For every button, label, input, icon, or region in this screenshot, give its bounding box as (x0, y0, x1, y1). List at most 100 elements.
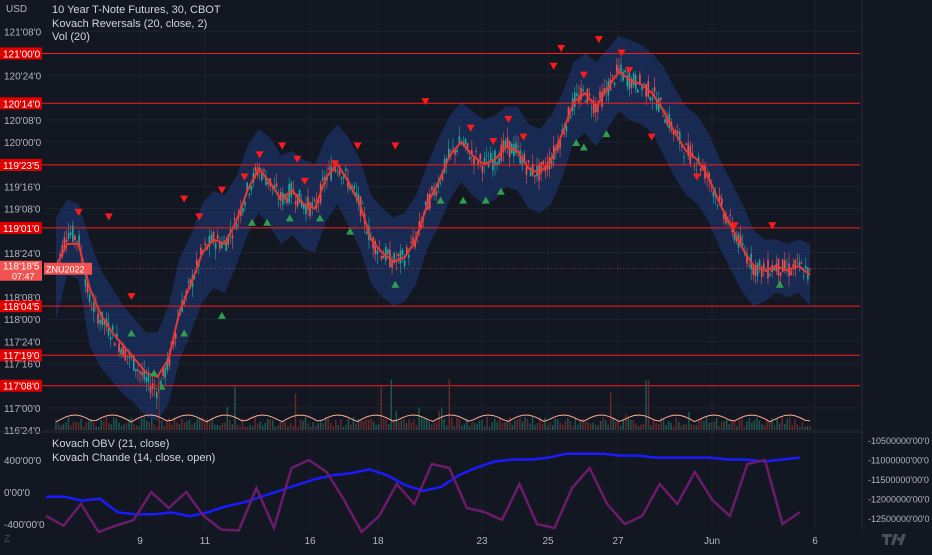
candle-body (699, 168, 702, 172)
volume-bar (282, 422, 284, 430)
volume-bar (453, 425, 456, 430)
candle-body (231, 235, 234, 239)
candle-body (466, 143, 469, 148)
volume-bar (362, 420, 365, 430)
indicator-legend-kovach-obv[interactable]: Kovach OBV (21, close) (52, 438, 169, 450)
volume-bar (209, 422, 211, 430)
volume-bar (277, 425, 279, 430)
volume-bar (741, 418, 743, 430)
indicator-legend-kovach-reversals[interactable]: Kovach Reversals (20, close, 2) (52, 18, 207, 30)
volume-bar (678, 421, 680, 430)
volume-bar (214, 424, 216, 430)
volume-bar (319, 420, 322, 430)
volume-bar (451, 417, 453, 430)
volume-bar (259, 421, 261, 430)
volume-bar (264, 423, 266, 430)
volume-bar (335, 419, 337, 430)
candle-body (613, 82, 616, 85)
volume-bar (506, 421, 508, 430)
volume-bar (511, 425, 514, 430)
candle-body (340, 177, 343, 180)
volume-bar (163, 426, 166, 430)
volume-bar (390, 379, 392, 430)
candle-body (147, 373, 150, 383)
volume-bar (267, 418, 269, 430)
volume-bar (138, 426, 140, 430)
volume-bar (599, 421, 602, 430)
volume-bar (360, 419, 362, 430)
candle-body (164, 368, 167, 378)
volume-bar (173, 418, 176, 430)
candle-body (758, 260, 761, 267)
volume-bar (685, 423, 688, 430)
volume-bar (67, 417, 70, 430)
volume-bar (178, 424, 181, 430)
volume-bar (133, 424, 135, 430)
volume-bar (693, 425, 695, 430)
volume-bar (340, 419, 342, 430)
candle-body (479, 154, 482, 160)
left-axis-tick-label: -400'00'0 (4, 520, 45, 531)
symbol-tag: ZNU2022 (46, 265, 85, 275)
volume-bar (57, 423, 60, 430)
candle-body (345, 168, 347, 171)
candle-body (720, 198, 723, 205)
price-axis-tick-label: 120'08'0 (4, 116, 42, 127)
volume-bar (60, 425, 62, 430)
candle-body (328, 167, 330, 170)
indicator-legend-kovach-chande[interactable]: Kovach Chande (14, close, open) (52, 452, 215, 464)
candle-body (118, 343, 120, 352)
volume-bar (327, 418, 329, 430)
candle-body (84, 279, 87, 287)
volume-bar (493, 418, 496, 430)
volume-bar (398, 421, 400, 430)
volume-bar (708, 422, 710, 430)
volume-bar (705, 417, 708, 430)
candle-body (67, 232, 70, 240)
volume-bar (713, 422, 715, 430)
candle-body (216, 235, 219, 239)
volume-bar (652, 418, 655, 430)
indicator-legend-volume[interactable]: Vol (20) (52, 31, 90, 43)
volume-bar (602, 417, 604, 430)
volume-bar (274, 426, 276, 430)
candle-body (802, 276, 805, 278)
volume-bar (478, 420, 481, 430)
volume-bar (153, 424, 155, 430)
candle-body (475, 150, 477, 152)
chart-stage[interactable]: 121'00'0 120'14'0 119'23'5 119'01'0 118'04'5… (0, 0, 932, 550)
volume-bar (534, 425, 536, 430)
price-axis-tick-label: 117'24'0 (4, 337, 41, 348)
volume-bar (231, 424, 234, 430)
candle-body (599, 91, 601, 99)
right-axis-tick-label: -12500000'00'0 (868, 514, 930, 524)
candle-body (204, 243, 206, 245)
volume-bar (120, 425, 123, 430)
volume-bar (330, 422, 332, 430)
candle-body (387, 249, 389, 255)
volume-bar (140, 418, 143, 430)
volume-bar (299, 419, 302, 430)
candle-body (624, 70, 626, 73)
volume-bar (365, 419, 367, 430)
volume-bar (456, 417, 458, 430)
candle-body (790, 271, 792, 276)
candle-body (153, 388, 156, 390)
candle-body (275, 183, 278, 187)
volume-bar (524, 417, 526, 430)
candle-body (90, 309, 93, 310)
candle-body (525, 166, 528, 175)
symbol-title[interactable]: 10 Year T-Note Futures, 30, CBOT (52, 4, 221, 16)
trading-chart[interactable]: 121'00'0120'14'0119'23'5119'01'0118'04'5… (0, 0, 932, 550)
candle-body (584, 101, 587, 103)
candle-body (361, 203, 364, 205)
candle-body (542, 161, 545, 165)
candle-body (141, 371, 143, 376)
reversal-down-marker (549, 62, 558, 70)
volume-bar (544, 417, 546, 430)
volume-bar (799, 426, 801, 430)
timezone-icon[interactable]: Z (4, 534, 10, 545)
volume-bar (148, 421, 150, 430)
volume-bar (219, 425, 221, 430)
volume-bar (690, 424, 693, 430)
